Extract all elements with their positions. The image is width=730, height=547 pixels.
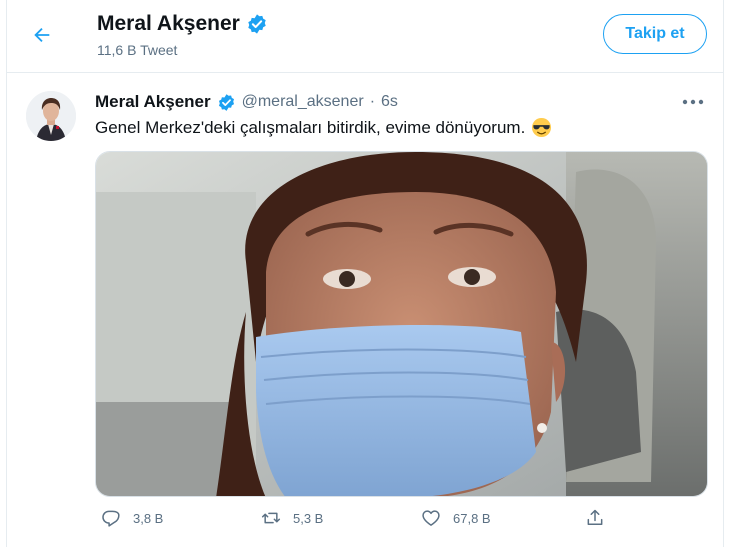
tweet-header: Meral Akşener @meral_aksener · 6s — [95, 92, 398, 112]
sunglasses-emoji-icon — [532, 117, 552, 138]
like-button[interactable]: 67,8 B — [421, 508, 491, 528]
header-title-row: Meral Akşener — [97, 12, 268, 36]
reply-icon — [102, 510, 120, 527]
tweet-actions: 3,8 B 5,3 B 67,8 B — [95, 508, 615, 538]
arrow-left-icon — [34, 27, 50, 43]
share-icon — [587, 509, 603, 525]
avatar-image — [26, 91, 76, 141]
tweet-media-image[interactable] — [95, 151, 708, 497]
share-button[interactable] — [585, 508, 605, 528]
back-button[interactable] — [25, 18, 59, 52]
author-handle[interactable]: @meral_aksener — [242, 93, 364, 111]
tweet-text: Genel Merkez'deki çalışmaları bitirdik, … — [95, 117, 552, 138]
reply-count: 3,8 B — [133, 510, 164, 526]
like-count: 67,8 B — [453, 510, 491, 526]
more-options-button[interactable] — [681, 94, 705, 110]
verified-badge-icon — [248, 14, 266, 34]
verified-badge-icon — [218, 93, 234, 111]
profile-timeline-column: Meral Akşener 11,6 B Tweet Takip et Mera… — [6, 0, 724, 547]
profile-name: Meral Akşener — [97, 12, 240, 35]
separator-dot: · — [369, 93, 376, 110]
retweet-button[interactable]: 5,3 B — [261, 508, 323, 528]
tweet-count: 11,6 B Tweet — [97, 42, 178, 58]
heart-icon — [422, 510, 440, 526]
tweet-text-body: Genel Merkez'deki çalışmaları bitirdik, … — [95, 117, 526, 137]
selfie-photo — [96, 152, 707, 496]
more-horizontal-icon — [682, 99, 704, 105]
avatar[interactable] — [26, 91, 76, 141]
tweet[interactable]: Meral Akşener @meral_aksener · 6s Genel … — [7, 80, 723, 547]
author-name[interactable]: Meral Akşener — [95, 92, 211, 112]
retweet-icon — [261, 512, 281, 524]
tweet-timestamp[interactable]: 6s — [381, 93, 398, 111]
follow-button[interactable]: Takip et — [603, 14, 707, 54]
retweet-count: 5,3 B — [293, 510, 324, 526]
profile-header: Meral Akşener 11,6 B Tweet Takip et — [7, 0, 723, 73]
reply-button[interactable]: 3,8 B — [101, 508, 163, 528]
